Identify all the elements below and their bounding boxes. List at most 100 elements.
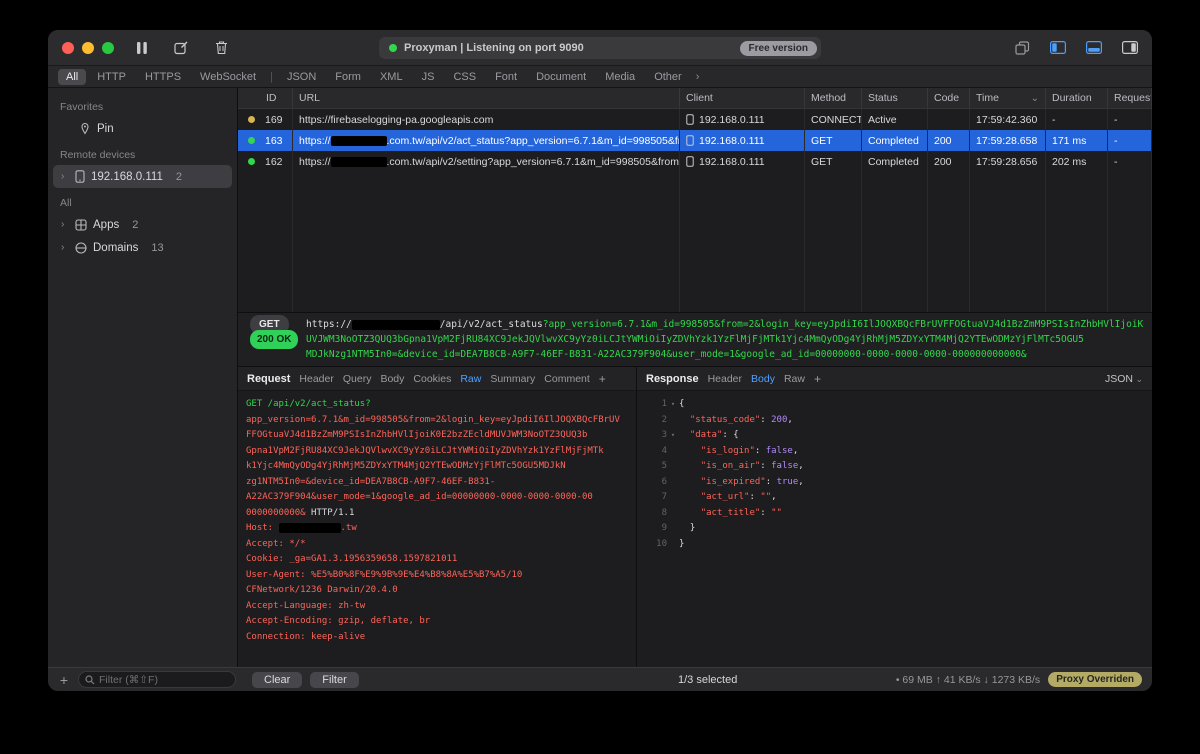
response-tab-raw[interactable]: Raw	[784, 373, 805, 385]
column-header-method[interactable]: Method	[805, 88, 862, 108]
fold-spacer	[667, 537, 679, 553]
request-tab-query[interactable]: Query	[343, 373, 372, 385]
summary-line: MDJkNzg1NTM5In0=&device_id=DEA7B8CB-A9F7…	[250, 347, 1144, 362]
column-header-client[interactable]: Client	[680, 88, 805, 108]
column-header-duration[interactable]: Duration	[1046, 88, 1108, 108]
filter-tab-https[interactable]: HTTPS	[137, 69, 189, 85]
tabs-overflow-chevron-icon[interactable]: ›	[696, 71, 700, 83]
compose-icon[interactable]	[174, 40, 189, 55]
status-dot	[248, 116, 255, 123]
request-raw-line: Accept: */*	[246, 537, 628, 553]
panel-left-icon[interactable]	[1050, 41, 1066, 54]
toolbar-right-icons	[1015, 41, 1138, 55]
request-raw-line: A22AC379F904&user_mode=1&google_ad_id=00…	[246, 490, 628, 506]
request-tab-header[interactable]: Header	[299, 373, 333, 385]
minimize-button[interactable]	[82, 42, 94, 54]
add-filter-button[interactable]: +	[58, 672, 70, 688]
request-tab-summary[interactable]: Summary	[490, 373, 535, 385]
trash-icon[interactable]	[215, 40, 228, 55]
chevron-right-icon[interactable]: ›	[61, 219, 69, 230]
filter-tab-other[interactable]: Other	[646, 69, 690, 85]
chevron-right-icon[interactable]: ›	[61, 242, 69, 253]
filter-tab-media[interactable]: Media	[597, 69, 643, 85]
chevron-down-icon: ⌄	[1133, 374, 1143, 384]
filter-tab-font[interactable]: Font	[487, 69, 525, 85]
pause-icon[interactable]	[136, 41, 148, 55]
line-number: 10	[645, 537, 667, 553]
chevron-right-icon[interactable]: ›	[61, 171, 69, 182]
response-json-line: 2 "status_code": 200,	[645, 413, 1144, 429]
column-header-status[interactable]: Status	[862, 88, 928, 108]
request-tab-raw[interactable]: Raw	[460, 373, 481, 385]
window-title: Proxyman | Listening on port 9090	[404, 42, 584, 54]
filter-tab-form[interactable]: Form	[327, 69, 369, 85]
request-raw-line: 0000000000& HTTP/1.1	[246, 506, 628, 522]
response-format-selector[interactable]: JSON ⌄	[1105, 373, 1143, 385]
filter-tab-websocket[interactable]: WebSocket	[192, 69, 264, 85]
request-tab-cookies[interactable]: Cookies	[413, 373, 451, 385]
sidebar: FavoritesPinRemote devices›192.168.0.111…	[48, 88, 238, 667]
filter-tab-js[interactable]: JS	[414, 69, 443, 85]
redaction-box	[331, 136, 387, 146]
summary-url-text: https:///api/v2/act_status?app_version=6…	[302, 317, 1144, 332]
footer-right-group: • 69 MB ↑ 41 KB/s ↓ 1273 KB/s Proxy Over…	[896, 672, 1142, 687]
traffic-table-header: IDURLClientMethodStatusCodeTime⌄Duration…	[238, 88, 1152, 109]
request-tab-body[interactable]: Body	[380, 373, 404, 385]
phone-small-icon	[686, 156, 694, 167]
fold-chevron-icon[interactable]: ▾	[667, 397, 679, 413]
filter-tab-xml[interactable]: XML	[372, 69, 411, 85]
summary-url-text: MDJkNzg1NTM5In0=&device_id=DEA7B8CB-A9F7…	[302, 347, 1027, 362]
apps-icon	[75, 219, 87, 231]
table-row-163[interactable]: 163https://.com.tw/api/v2/act_status?app…	[238, 130, 1152, 151]
summary-line: GEThttps:///api/v2/act_status?app_versio…	[250, 317, 1144, 332]
response-add-tab-button[interactable]: +	[814, 372, 821, 386]
sidebar-section-header: Favorites	[48, 92, 237, 117]
response-tab-header[interactable]: Header	[708, 373, 742, 385]
request-add-tab-button[interactable]: +	[599, 372, 606, 386]
table-empty-area	[238, 172, 1152, 312]
close-button[interactable]	[62, 42, 74, 54]
copy-windows-icon[interactable]	[1015, 41, 1030, 55]
filter-button[interactable]: Filter	[310, 672, 358, 688]
response-json-line: 8 "act_title": ""	[645, 506, 1144, 522]
column-header-request[interactable]: Request	[1108, 88, 1152, 108]
proxyman-window: Proxyman | Listening on port 9090 Free v…	[48, 30, 1152, 691]
response-tab-body[interactable]: Body	[751, 373, 775, 385]
panel-bottom-icon[interactable]	[1086, 41, 1102, 54]
request-tab-bar: Request Header Query Body Cookies Raw Summary C…	[238, 367, 636, 391]
filter-input[interactable]: Filter (⌘⇧F)	[78, 671, 236, 688]
fold-chevron-icon[interactable]: ▾	[667, 428, 679, 444]
clear-button[interactable]: Clear	[252, 672, 302, 688]
zoom-button[interactable]	[102, 42, 114, 54]
filter-tab-all[interactable]: All	[58, 69, 86, 85]
request-raw-line: zg1NTM5In0=&device_id=DEA7B8CB-A9F7-46EF…	[246, 475, 628, 491]
response-json-line: 9 }	[645, 521, 1144, 537]
table-row-162[interactable]: 162https://.com.tw/api/v2/setting?app_ve…	[238, 151, 1152, 172]
response-tab-bar: ResponseHeaderBodyRaw+JSON ⌄	[637, 367, 1152, 391]
panel-right-icon[interactable]	[1122, 41, 1138, 54]
filter-tab-json[interactable]: JSON	[279, 69, 324, 85]
line-number: 3	[645, 428, 667, 444]
column-header-url[interactable]: URL	[293, 88, 680, 108]
summary-url-text: UVJWM3NoOTZ3QUQ3bGpna1VpM2FjRU84XC9JekJQ…	[302, 332, 1084, 347]
redaction-box	[352, 320, 440, 330]
filter-tab-document[interactable]: Document	[528, 69, 594, 85]
sort-indicator-icon: ⌄	[1031, 93, 1045, 104]
filter-tab-http[interactable]: HTTP	[89, 69, 134, 85]
column-header-time[interactable]: Time⌄	[970, 88, 1046, 108]
sidebar-item-apps[interactable]: ›Apps2	[53, 213, 232, 236]
fold-spacer	[667, 475, 679, 491]
sidebar-item-domains[interactable]: ›Domains13	[53, 236, 232, 259]
table-row-169[interactable]: 169https://firebaselogging-pa.googleapis…	[238, 109, 1152, 130]
request-raw-line: CFNetwork/1236 Darwin/20.4.0	[246, 583, 628, 599]
request-panel-title: Request	[247, 373, 290, 385]
sidebar-item-192-168-0-111[interactable]: ›192.168.0.1112	[53, 165, 232, 188]
response-json-line: 5 "is_on_air": false,	[645, 459, 1144, 475]
line-number: 5	[645, 459, 667, 475]
request-tab-comment[interactable]: Comment	[544, 373, 590, 385]
sidebar-item-pin[interactable]: Pin	[53, 117, 232, 140]
column-header-code[interactable]: Code	[928, 88, 970, 108]
selection-count: 1/3 selected	[678, 674, 737, 686]
filter-tab-css[interactable]: CSS	[445, 69, 484, 85]
column-header-id[interactable]: ID	[238, 88, 293, 108]
